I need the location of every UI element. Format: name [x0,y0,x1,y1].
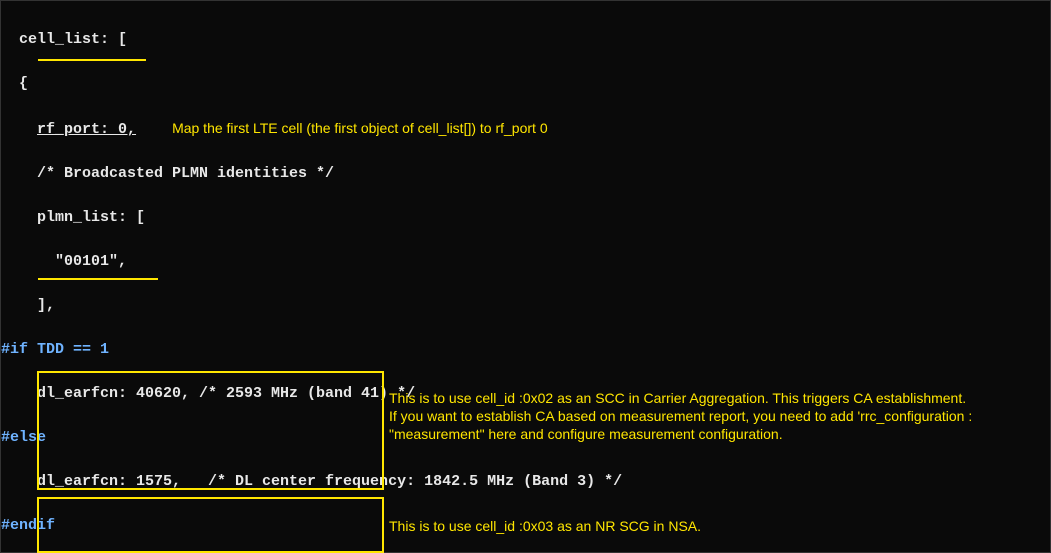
rf-port-decl: rf_port: 0, [37,121,136,138]
code-block: cell_list: [ { rf_port: 0, Map the first… [1,1,1050,553]
code-line: dl_earfcn: 1575, /* DL center frequency:… [1,471,1050,493]
annotation-scell: This is to use cell_id :0x02 as an SCC i… [389,389,1009,443]
code-line: ], [1,295,1050,317]
code-line-preproc: #if TDD == 1 [1,339,1050,361]
code-line: { [1,73,1050,95]
code-line: /* Broadcasted PLMN identities */ [1,163,1050,185]
code-line: "00101", [1,251,1050,273]
annotation-rf-port: Map the first LTE cell (the first object… [172,120,548,136]
indent [1,121,37,138]
code-screenshot: This is to use cell_id :0x02 as an SCC i… [0,0,1051,553]
annotation-en-dc-text: This is to use cell_id :0x03 as an NR SC… [389,518,701,534]
code-line: rf_port: 0, Map the first LTE cell (the … [1,117,1050,141]
annotation-scell-line2: If you want to establish CA based on mea… [389,408,972,442]
annotation-en-dc: This is to use cell_id :0x03 as an NR SC… [389,517,701,535]
code-line: cell_list: [ [1,29,1050,51]
annotation-scell-line1: This is to use cell_id :0x02 as an SCC i… [389,390,966,406]
code-line: plmn_list: [ [1,207,1050,229]
